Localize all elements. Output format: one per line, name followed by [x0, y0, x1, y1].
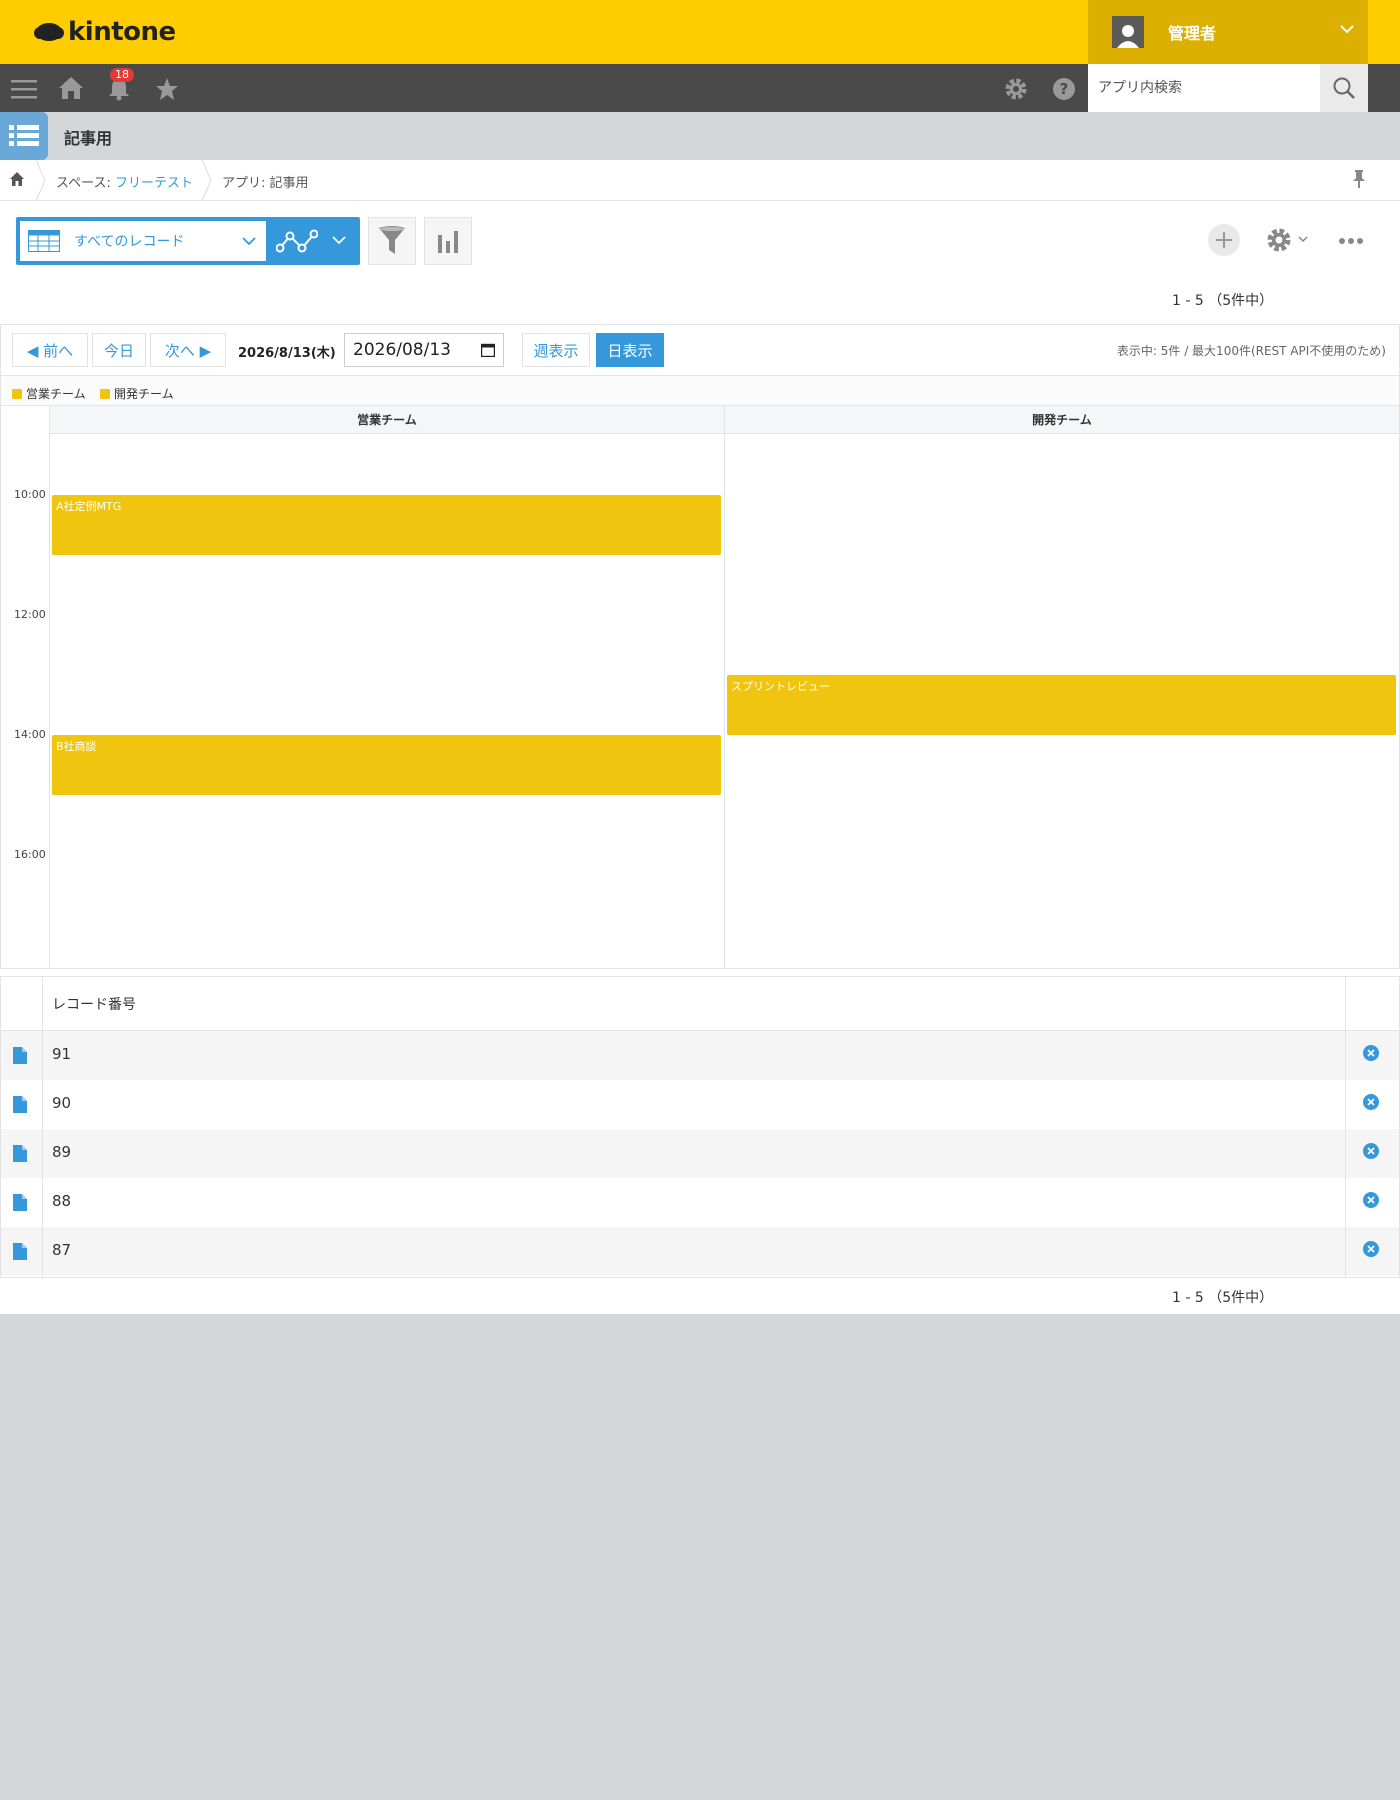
- record-number: 89: [52, 1143, 72, 1161]
- table-icon: [28, 230, 60, 252]
- legend-label: 開発チーム: [114, 387, 174, 401]
- table-row[interactable]: 89: [1, 1129, 1399, 1178]
- calendar-event[interactable]: A社定例MTG: [52, 495, 721, 555]
- notification-badge: 18: [110, 68, 134, 82]
- breadcrumb-app: アプリ: 記事用: [222, 176, 309, 191]
- gear-icon[interactable]: [1003, 76, 1029, 102]
- search-input[interactable]: [1088, 64, 1320, 112]
- list-icon: [9, 125, 39, 146]
- funnel-icon: [379, 226, 405, 254]
- chevron-down-icon[interactable]: [332, 236, 346, 245]
- delete-icon[interactable]: [1363, 1045, 1379, 1061]
- home-icon[interactable]: [58, 75, 84, 101]
- delete-icon[interactable]: [1363, 1143, 1379, 1159]
- current-date: 2026/8/13(木): [238, 346, 336, 361]
- date-input[interactable]: 2026/08/13: [344, 333, 504, 367]
- column-divider: [1345, 977, 1346, 1277]
- chevron-down-icon[interactable]: [1298, 236, 1308, 243]
- view-label: すべてのレコード: [74, 234, 185, 250]
- calendar-icon[interactable]: [481, 343, 495, 357]
- logo-text: kintone: [68, 17, 176, 47]
- pin-icon[interactable]: [1352, 170, 1366, 188]
- delete-icon[interactable]: [1363, 1094, 1379, 1110]
- table-row[interactable]: 88: [1, 1178, 1399, 1227]
- record-number: 91: [52, 1045, 72, 1063]
- user-menu[interactable]: 管理者: [1088, 0, 1368, 64]
- search-button[interactable]: [1320, 64, 1368, 112]
- chevron-down-icon: [1340, 25, 1354, 34]
- breadcrumb-separator: [202, 160, 212, 201]
- document-icon[interactable]: [13, 1243, 27, 1260]
- column-divider: [42, 977, 43, 1277]
- delete-icon[interactable]: [1363, 1192, 1379, 1208]
- column-header-record-number[interactable]: レコード番号: [52, 994, 136, 1014]
- breadcrumb: スペース: フリーテスト アプリ: 記事用: [0, 160, 1400, 201]
- record-number: 88: [52, 1192, 72, 1210]
- calendar-event[interactable]: B社商談: [52, 735, 721, 795]
- app-title: 記事用: [64, 129, 113, 148]
- home-icon[interactable]: [10, 172, 24, 186]
- legend-item: 開発チーム: [100, 385, 174, 402]
- week-view-button[interactable]: 週表示: [522, 333, 590, 367]
- document-icon[interactable]: [13, 1194, 27, 1211]
- avatar: [1112, 16, 1144, 48]
- bar-chart-icon: [438, 231, 458, 253]
- calendar-info: 表示中: 5件 / 最大100件(REST API不使用のため): [1116, 344, 1386, 358]
- time-label: 10:00: [14, 488, 46, 501]
- search-icon: [1333, 77, 1355, 99]
- document-icon[interactable]: [13, 1047, 27, 1064]
- menu-icon[interactable]: [11, 76, 37, 102]
- legend-label: 営業チーム: [26, 387, 86, 401]
- calendar-legend: [1, 376, 1399, 406]
- gear-icon[interactable]: [1266, 227, 1292, 253]
- date-input-value: 2026/08/13: [353, 340, 451, 360]
- breadcrumb-space-link[interactable]: フリーテスト: [115, 176, 193, 191]
- column-header-sales: 営業チーム: [50, 406, 724, 434]
- today-button[interactable]: 今日: [92, 333, 146, 367]
- time-label: 16:00: [14, 848, 46, 861]
- user-name: 管理者: [1168, 24, 1217, 43]
- breadcrumb-space-prefix: スペース:: [56, 176, 115, 191]
- breadcrumb-space: スペース: フリーテスト: [56, 172, 193, 191]
- graph-button[interactable]: [424, 217, 472, 265]
- prev-button[interactable]: ◀ 前へ: [12, 333, 88, 367]
- legend-swatch: [12, 388, 22, 399]
- table-header: [1, 977, 1399, 1031]
- breadcrumb-separator: [36, 160, 46, 201]
- document-icon[interactable]: [13, 1145, 27, 1162]
- add-record-button[interactable]: [1208, 224, 1240, 256]
- graph-icon[interactable]: [276, 228, 318, 256]
- table-row[interactable]: 90: [1, 1080, 1399, 1129]
- column-divider: [724, 406, 725, 968]
- kintone-logo[interactable]: kintone: [34, 16, 176, 48]
- legend-swatch: [100, 388, 110, 399]
- chevron-down-icon: [242, 237, 256, 246]
- record-number: 87: [52, 1241, 72, 1259]
- pager-top: 1 - 5 （5件中）: [1172, 293, 1274, 309]
- pager-bottom: 1 - 5 （5件中）: [1172, 1290, 1274, 1306]
- record-number: 90: [52, 1094, 72, 1112]
- table-row[interactable]: 91: [1, 1031, 1399, 1080]
- svg-text:?: ?: [1060, 80, 1069, 98]
- filter-button[interactable]: [368, 217, 416, 265]
- cloud-logo-icon: [34, 23, 64, 41]
- more-icon[interactable]: [1338, 237, 1364, 245]
- column-header-dev: 開発チーム: [725, 406, 1399, 434]
- help-icon[interactable]: ?: [1051, 76, 1077, 102]
- plus-icon: [1216, 232, 1232, 248]
- app-header: [0, 112, 1400, 160]
- day-view-button[interactable]: 日表示: [596, 333, 664, 367]
- view-dropdown[interactable]: すべてのレコード: [20, 221, 266, 261]
- table-row[interactable]: 87: [1, 1227, 1399, 1276]
- legend-item: 営業チーム: [12, 385, 86, 402]
- user-icon: [1117, 25, 1139, 48]
- time-label: 12:00: [14, 608, 46, 621]
- app-icon[interactable]: [0, 112, 48, 160]
- star-icon[interactable]: [154, 76, 180, 102]
- time-label: 14:00: [14, 728, 46, 741]
- calendar-event[interactable]: スプリントレビュー: [727, 675, 1396, 735]
- next-button[interactable]: 次へ ▶: [150, 333, 226, 367]
- document-icon[interactable]: [13, 1096, 27, 1113]
- delete-icon[interactable]: [1363, 1241, 1379, 1257]
